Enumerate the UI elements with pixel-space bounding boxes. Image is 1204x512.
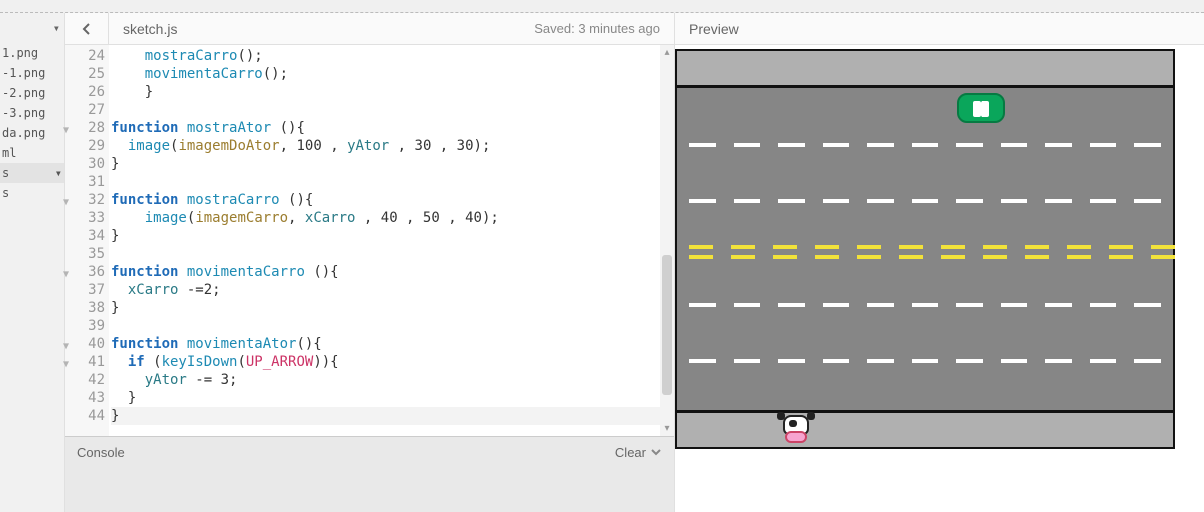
back-button[interactable]	[65, 13, 109, 44]
code-line[interactable]: image(imagemDoAtor, 100 , yAtor , 30 , 3…	[111, 137, 660, 155]
sketch-canvas	[675, 49, 1175, 449]
code-line[interactable]: function movimentaCarro (){	[111, 263, 660, 281]
line-number: 28▼	[65, 119, 109, 137]
line-number: 35	[65, 245, 109, 263]
active-tab-filename[interactable]: sketch.js	[109, 21, 191, 37]
sidebar-file[interactable]: s▾	[0, 163, 64, 183]
line-number: 24	[65, 47, 109, 65]
line-number: 42	[65, 371, 109, 389]
code-line[interactable]: }	[111, 299, 660, 317]
code-line[interactable]	[111, 101, 660, 119]
line-number: 27	[65, 101, 109, 119]
line-number: 32▼	[65, 191, 109, 209]
code-line[interactable]: image(imagemCarro, xCarro , 40 , 50 , 40…	[111, 209, 660, 227]
code-line[interactable]: yAtor -= 3;	[111, 371, 660, 389]
lane-line-3	[689, 303, 1161, 307]
save-status: Saved: 3 minutes ago	[534, 21, 674, 36]
sidebar-file[interactable]: -1.png	[0, 63, 64, 83]
line-number: 37	[65, 281, 109, 299]
line-gutter: 2425262728▼29303132▼33343536▼37383940▼41…	[65, 45, 109, 436]
code-line[interactable]: movimentaCarro();	[111, 65, 660, 83]
line-number: 34	[65, 227, 109, 245]
console-clear-label: Clear	[615, 445, 646, 460]
center-divider	[689, 245, 1161, 259]
line-number: 30	[65, 155, 109, 173]
car-sprite	[957, 93, 1005, 123]
road-shoulder-top	[677, 51, 1173, 85]
editor-tabbar: sketch.js Saved: 3 minutes ago	[65, 13, 674, 45]
code-line[interactable]: }	[111, 389, 660, 407]
lane-line-4	[689, 359, 1161, 363]
preview-column: Preview	[674, 13, 1204, 512]
line-number: 39	[65, 317, 109, 335]
code-line[interactable]: if (keyIsDown(UP_ARROW)){	[111, 353, 660, 371]
window-top-strip	[0, 0, 1204, 13]
line-number: 40▼	[65, 335, 109, 353]
sidebar-file[interactable]: -3.png	[0, 103, 64, 123]
code-line[interactable]: xCarro -=2;	[111, 281, 660, 299]
code-line[interactable]: }	[111, 407, 660, 425]
road-edge-line	[677, 85, 1173, 88]
sidebar-dropdown[interactable]: ▾	[0, 13, 64, 43]
line-number: 25	[65, 65, 109, 83]
console-label: Console	[77, 445, 125, 460]
scroll-up-icon[interactable]: ▴	[660, 47, 674, 58]
line-number: 38	[65, 299, 109, 317]
sidebar-file[interactable]: -2.png	[0, 83, 64, 103]
code-line[interactable]: function mostraAtor (){	[111, 119, 660, 137]
line-number: 26	[65, 83, 109, 101]
editor-column: sketch.js Saved: 3 minutes ago 242526272…	[64, 13, 674, 512]
chevron-down-icon	[650, 446, 662, 458]
sidebar-file[interactable]: ml	[0, 143, 64, 163]
sidebar-file[interactable]: s	[0, 183, 64, 203]
preview-label: Preview	[689, 21, 739, 37]
lane-line-1	[689, 143, 1161, 147]
console-clear-button[interactable]: Clear	[615, 445, 662, 460]
code-line[interactable]	[111, 245, 660, 263]
code-line[interactable]	[111, 317, 660, 335]
app-root: ▾ 1.png-1.png-2.png-3.pngda.pngmls▾s ske…	[0, 13, 1204, 512]
scroll-thumb[interactable]	[662, 255, 672, 395]
code-area[interactable]: mostraCarro(); movimentaCarro(); } functi…	[109, 45, 660, 436]
file-sidebar: ▾ 1.png-1.png-2.png-3.pngda.pngmls▾s	[0, 13, 64, 512]
editor-scrollbar[interactable]: ▴ ▾	[660, 45, 674, 436]
cow-actor-sprite	[779, 415, 813, 445]
sidebar-file[interactable]: da.png	[0, 123, 64, 143]
line-number: 31	[65, 173, 109, 191]
console-panel: Console Clear	[65, 436, 674, 512]
code-line[interactable]: function movimentaAtor(){	[111, 335, 660, 353]
code-line[interactable]: }	[111, 155, 660, 173]
line-number: 41▼	[65, 353, 109, 371]
code-line[interactable]: function mostraCarro (){	[111, 191, 660, 209]
line-number: 36▼	[65, 263, 109, 281]
code-line[interactable]	[111, 173, 660, 191]
sidebar-file[interactable]: 1.png	[0, 43, 64, 63]
line-number: 29	[65, 137, 109, 155]
code-editor[interactable]: 2425262728▼29303132▼33343536▼37383940▼41…	[65, 45, 674, 436]
code-line[interactable]: }	[111, 83, 660, 101]
lane-line-2	[689, 199, 1161, 203]
code-line[interactable]: }	[111, 227, 660, 245]
line-number: 33	[65, 209, 109, 227]
line-number: 43	[65, 389, 109, 407]
line-number: 44	[65, 407, 109, 425]
chevron-left-icon	[81, 23, 93, 35]
chevron-down-icon: ▾	[55, 166, 62, 180]
preview-header: Preview	[675, 13, 1204, 45]
code-line[interactable]: mostraCarro();	[111, 47, 660, 65]
road-shoulder-bottom	[677, 413, 1173, 447]
scroll-down-icon[interactable]: ▾	[660, 423, 674, 434]
